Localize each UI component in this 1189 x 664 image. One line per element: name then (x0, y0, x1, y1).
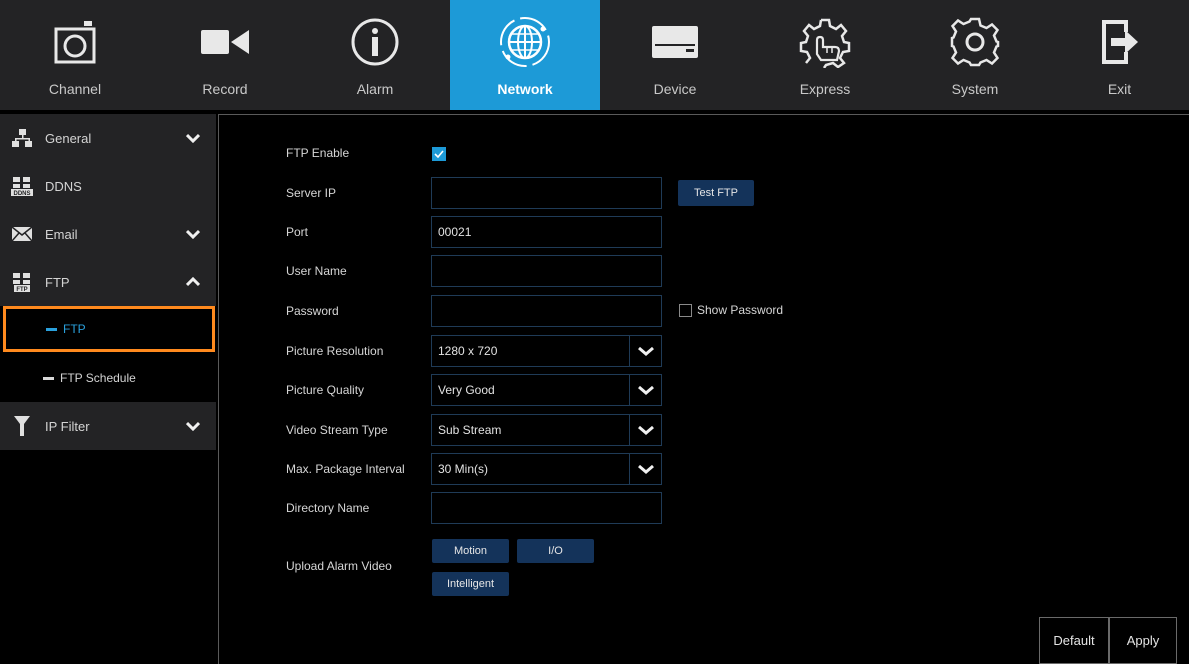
tab-label: Record (202, 81, 248, 97)
tab-label: System (951, 81, 999, 97)
select-value: Very Good (438, 383, 495, 397)
default-button[interactable]: Default (1039, 617, 1109, 664)
gear-icon (943, 12, 1007, 72)
upload-alarm-video-label: Upload Alarm Video (286, 559, 392, 573)
directory-name-input[interactable] (431, 492, 662, 524)
tab-label: Exit (1107, 81, 1132, 97)
exit-icon (1088, 12, 1152, 72)
sidebar-item-ftp[interactable]: FTP FTP (0, 258, 216, 306)
password-label: Password (286, 304, 339, 318)
picture-quality-select[interactable]: Very Good (431, 374, 662, 406)
checkmark-icon (434, 150, 444, 158)
chevron-down-icon[interactable] (629, 336, 661, 366)
video-stream-type-select[interactable]: Sub Stream (431, 414, 662, 446)
gear-hand-icon (793, 12, 857, 72)
chevron-down-icon[interactable] (629, 415, 661, 445)
tab-label: Device (653, 81, 697, 97)
video-stream-type-label: Video Stream Type (286, 423, 388, 437)
chevron-down-icon[interactable] (186, 419, 200, 433)
intelligent-button[interactable]: Intelligent (432, 572, 509, 596)
tab-label: Express (799, 81, 851, 97)
tab-label: Channel (48, 81, 102, 97)
filter-icon (11, 415, 33, 437)
chevron-down-icon[interactable] (186, 131, 200, 145)
max-package-interval-select[interactable]: 30 Min(s) (431, 453, 662, 485)
sidebar-item-label: General (45, 130, 92, 146)
ftp-icon: FTP (11, 271, 33, 293)
show-password-checkbox[interactable] (679, 304, 692, 317)
sidebar-subitem-label: FTP (63, 322, 86, 336)
max-package-interval-label: Max. Package Interval (286, 462, 405, 476)
apply-button[interactable]: Apply (1109, 617, 1177, 664)
ftp-enable-label: FTP Enable (286, 146, 350, 160)
tab-express[interactable]: Express (750, 0, 900, 110)
tab-network[interactable]: Network (450, 0, 600, 110)
network-icon (11, 127, 33, 149)
chevron-down-icon[interactable] (629, 375, 661, 405)
hard-drive-icon (643, 12, 707, 72)
server-ip-input[interactable] (431, 177, 662, 209)
sidebar-item-label: FTP (45, 274, 70, 290)
tab-system[interactable]: System (900, 0, 1050, 110)
top-navigation-bar: Channel Record Alarm Network Device Expr… (0, 0, 1189, 110)
picture-quality-label: Picture Quality (286, 383, 365, 397)
password-input[interactable] (431, 295, 662, 327)
select-value: Sub Stream (438, 423, 502, 437)
chevron-down-icon[interactable] (186, 227, 200, 241)
io-button[interactable]: I/O (517, 539, 594, 563)
picture-resolution-select[interactable]: 1280 x 720 (431, 335, 662, 367)
port-label: Port (286, 225, 309, 239)
dash-icon (46, 327, 57, 331)
sidebar-subitem-label: FTP Schedule (60, 371, 136, 385)
ddns-icon: DDNS (11, 175, 33, 197)
sidebar-subitem-ftp[interactable]: FTP (3, 306, 215, 352)
sidebar-subitem-ftp-schedule[interactable]: FTP Schedule (0, 355, 216, 401)
dash-icon (43, 376, 54, 380)
tab-label: Alarm (356, 81, 394, 97)
svg-text:DDNS: DDNS (13, 191, 30, 196)
directory-name-label: Directory Name (286, 501, 370, 515)
test-ftp-button[interactable]: Test FTP (678, 180, 754, 206)
tab-exit[interactable]: Exit (1050, 0, 1189, 110)
sidebar-item-ddns[interactable]: DDNS DDNS (0, 162, 216, 210)
ftp-enable-checkbox[interactable] (432, 147, 446, 161)
picture-resolution-label: Picture Resolution (286, 344, 384, 358)
sidebar-item-ip-filter[interactable]: IP Filter (0, 402, 216, 450)
sidebar-item-label: DDNS (45, 178, 82, 194)
tab-alarm[interactable]: Alarm (300, 0, 450, 110)
tab-device[interactable]: Device (600, 0, 750, 110)
sidebar-item-general[interactable]: General (0, 114, 216, 162)
tab-label: Network (497, 81, 553, 97)
show-password-label: Show Password (697, 303, 784, 317)
motion-button[interactable]: Motion (432, 539, 509, 563)
camera-icon (43, 12, 107, 72)
info-icon (343, 12, 407, 72)
sidebar-item-email[interactable]: Email (0, 210, 216, 258)
sidebar-item-label: Email (45, 226, 78, 242)
tab-channel[interactable]: Channel (0, 0, 150, 110)
select-value: 1280 x 720 (438, 344, 498, 358)
chevron-down-icon[interactable] (629, 454, 661, 484)
select-value: 30 Min(s) (438, 462, 489, 476)
user-name-input[interactable] (431, 255, 662, 287)
envelope-icon (11, 223, 33, 245)
globe-icon (493, 12, 557, 72)
sidebar-item-label: IP Filter (45, 418, 90, 434)
user-name-label: User Name (286, 264, 347, 278)
video-camera-icon (193, 12, 257, 72)
server-ip-label: Server IP (286, 186, 337, 200)
svg-text:FTP: FTP (16, 287, 27, 292)
chevron-up-icon[interactable] (186, 275, 200, 289)
port-input[interactable]: 00021 (431, 216, 662, 248)
tab-record[interactable]: Record (150, 0, 300, 110)
